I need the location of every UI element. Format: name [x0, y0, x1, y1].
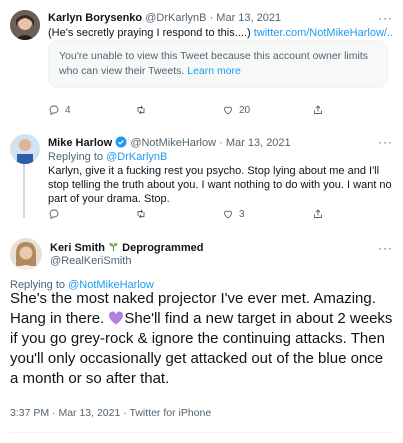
- tweet-text: She's the most naked projector I've ever…: [10, 289, 395, 389]
- handle[interactable]: @NotMikeHarlow: [130, 137, 216, 149]
- retweet-icon: [137, 209, 145, 219]
- tweet-text-body: (He's secretly praying I respond to this…: [48, 27, 254, 39]
- tweet-actions: 4 20: [48, 104, 388, 118]
- tweet-header: Mike Harlow @NotMikeHarlow · Mar 13, 202…: [48, 136, 291, 149]
- tweet-karlyn[interactable]: Karlyn Borysenko @DrKarlynB · Mar 13, 20…: [0, 0, 403, 124]
- unavailable-tweet-notice: You're unable to view this Tweet because…: [48, 40, 388, 88]
- mention-link[interactable]: @DrKarlynB: [106, 151, 167, 163]
- tweet-text: (He's secretly praying I respond to this…: [48, 26, 393, 40]
- tweet-header: Karlyn Borysenko @DrKarlynB · Mar 13, 20…: [48, 12, 281, 24]
- share-icon: [314, 105, 322, 114]
- avatar[interactable]: [10, 10, 40, 40]
- reply-count: 4: [65, 104, 71, 116]
- replying-to: Replying to @DrKarlynB: [48, 150, 167, 164]
- reply-icon: [49, 209, 59, 220]
- display-name-suffix: Deprogrammed: [122, 242, 204, 254]
- display-name[interactable]: Mike Harlow: [48, 137, 112, 149]
- retweet-button[interactable]: [135, 104, 152, 116]
- tweet-mike[interactable]: Mike Harlow @NotMikeHarlow · Mar 13, 202…: [0, 124, 403, 230]
- date[interactable]: Mar 13, 2021: [216, 12, 281, 24]
- share-button[interactable]: [312, 104, 324, 116]
- handle[interactable]: @RealKeriSmith: [50, 255, 131, 267]
- avatar[interactable]: [10, 134, 40, 164]
- verified-badge-icon: [115, 136, 127, 148]
- share-button[interactable]: [312, 208, 324, 220]
- tweet-link[interactable]: twitter.com/NotMikeHarlow/...: [254, 27, 393, 39]
- more-icon[interactable]: ···: [378, 241, 393, 255]
- date[interactable]: Mar 13, 2021: [226, 137, 291, 149]
- purple-heart-icon: [109, 311, 124, 325]
- replying-prefix: Replying to: [48, 151, 107, 163]
- learn-more-link[interactable]: Learn more: [187, 65, 241, 77]
- avatar[interactable]: [10, 238, 42, 270]
- more-icon[interactable]: ···: [378, 135, 393, 149]
- seedling-icon: [109, 243, 118, 252]
- tweet-actions: 3: [48, 208, 388, 222]
- retweet-button[interactable]: [135, 208, 152, 220]
- display-name[interactable]: Keri Smith: [50, 242, 105, 254]
- separator: ·: [216, 137, 226, 149]
- reply-icon: [49, 105, 59, 116]
- like-button[interactable]: 3: [222, 208, 245, 220]
- more-icon[interactable]: ···: [378, 11, 393, 25]
- retweet-icon: [137, 105, 145, 115]
- tweet-meta: 3:37 PM · Mar 13, 2021 · Twitter for iPh…: [10, 407, 211, 419]
- separator: ·: [206, 12, 217, 24]
- handle[interactable]: @DrKarlynB: [145, 12, 206, 24]
- share-icon: [314, 209, 322, 218]
- tweet-text: Karlyn, give it a fucking rest you psych…: [48, 165, 392, 205]
- like-count: 20: [239, 104, 251, 116]
- reply-button[interactable]: [48, 208, 65, 220]
- tweet-time[interactable]: 3:37 PM: [10, 407, 49, 419]
- heart-outline-icon: [224, 210, 232, 219]
- divider: [10, 432, 393, 433]
- like-button[interactable]: 20: [222, 104, 250, 116]
- display-name[interactable]: Karlyn Borysenko: [48, 12, 142, 24]
- tweet-source[interactable]: Twitter for iPhone: [129, 407, 211, 419]
- reply-button[interactable]: 4: [48, 104, 71, 116]
- heart-outline-icon: [224, 106, 232, 115]
- tweet-header: Keri Smith Deprogrammed: [50, 241, 203, 254]
- tweet-date[interactable]: Mar 13, 2021: [58, 407, 120, 419]
- like-count: 3: [239, 208, 245, 220]
